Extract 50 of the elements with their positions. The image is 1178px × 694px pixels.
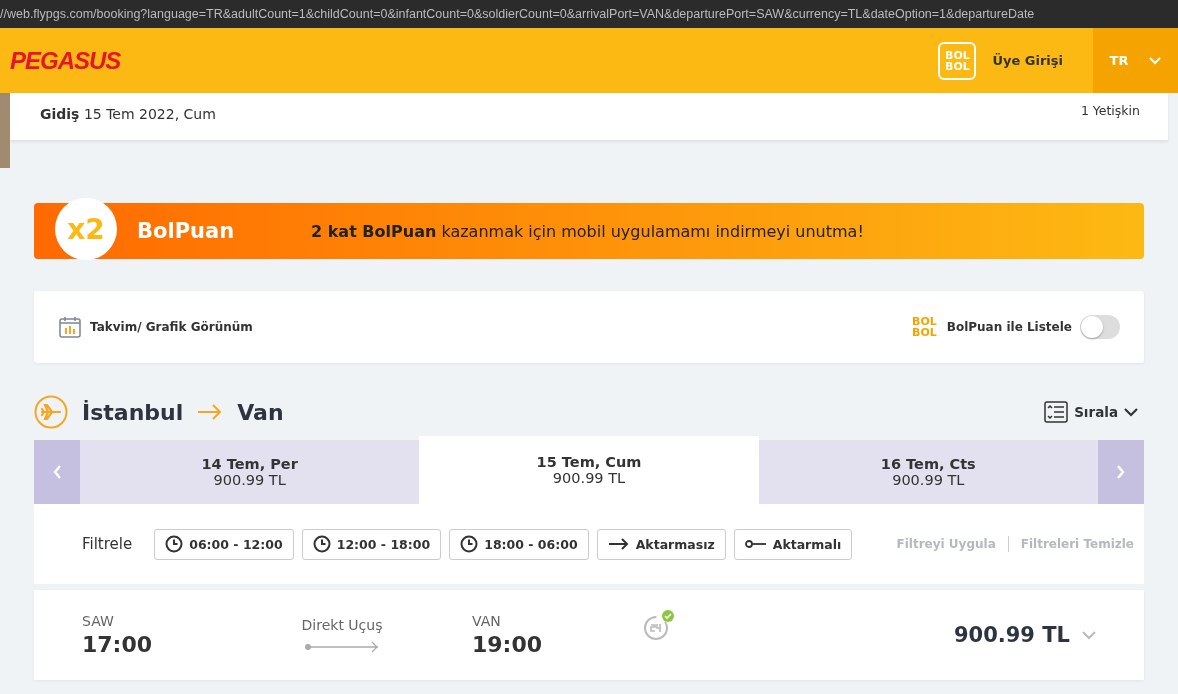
filter-button[interactable]: Aktarmasız [596,528,726,560]
sort-list-icon [1044,401,1069,423]
promo-message: 2 kat BolPuan kazanmak için mobil uygulamamı indirmeyi unutma! [311,221,864,241]
promo-title: BolPuan [137,219,236,243]
filter-button[interactable]: 06:00 - 12:00 [154,528,294,560]
bolpuan-list-label: BolPuan ile Listele [946,320,1072,334]
route-line-icon [304,641,380,653]
airport-code: VAN [472,613,502,629]
airplane-icon [34,395,68,429]
filter-button[interactable]: 18:00 - 06:00 [449,528,589,560]
chevron-down-icon [1149,56,1162,65]
clock-icon [165,535,184,553]
bolpuan-toggle[interactable] [1080,315,1120,339]
sort-button[interactable]: Sırala [1038,400,1144,424]
login-link[interactable]: Üye Girişi [992,53,1063,68]
address-bar[interactable]: //web.flypgs.com/booking?language=TR&adultCount=1&childCount=0&infantCount=0&soldierCount=0&arrivalPort=VAN&departurePort=SAW&currency=TL&dateOption=1&departureDate [0,0,1178,28]
connection-icon [744,539,767,549]
chevron-down-icon [1124,407,1138,417]
next-date-button[interactable] [1098,440,1144,504]
bolbol-logo: BOL BOL [912,316,937,338]
multiplier-badge: x2 [55,198,117,260]
chevron-left-icon [52,465,62,479]
clock-icon [460,535,479,553]
arrow-right-icon [197,404,224,420]
clock-icon [312,535,331,553]
previous-date-button[interactable] [34,440,80,504]
passenger-count: 1 Yetişkin [1080,103,1140,120]
date-tab[interactable]: 14 Tem, Per 900.99 TL [80,440,420,504]
calendar-view-link[interactable]: Takvim/ Grafik Görünüm [90,320,253,334]
chevron-down-icon [1082,630,1096,640]
date-tab[interactable]: 16 Tem, Cts 900.99 TL [758,440,1098,504]
flight-card[interactable]: SAW 17:00 Direkt Uçuş VAN 19:00 900.99 TL [34,590,1144,680]
flight-type: Direkt Uçuş [301,617,383,633]
filter-button[interactable]: 12:00 - 18:00 [301,528,442,560]
filter-button[interactable]: Aktarmalı [733,528,853,560]
bolbol-logo: BOL BOL [938,41,977,80]
24-hours-check-icon [642,608,676,642]
departure-time: 17:00 [82,632,154,657]
filter-label: Filtrele [82,535,133,553]
airport-code: SAW [82,613,115,629]
url-text: //web.flypgs.com/booking?language=TR&adultCount=1&childCount=0&infantCount=0&soldierCount=0&arrivalPort=VAN&departurePort=SAW&currency=TL&dateOption=1&departureDate [0,7,1035,21]
chevron-right-icon [1116,465,1126,479]
calendar-chart-icon [58,315,82,339]
date-tab[interactable]: 15 Tem, Cum 900.99 TL [419,436,759,504]
flight-price: 900.99 TL [953,623,1070,647]
arrival-time: 19:00 [472,632,544,657]
origin-city: İstanbul [82,399,184,425]
departure-date: Gidiş 15 Tem 2022, Cum [40,106,216,124]
arrow-right-icon [607,538,630,550]
destination-city: Van [237,399,284,425]
